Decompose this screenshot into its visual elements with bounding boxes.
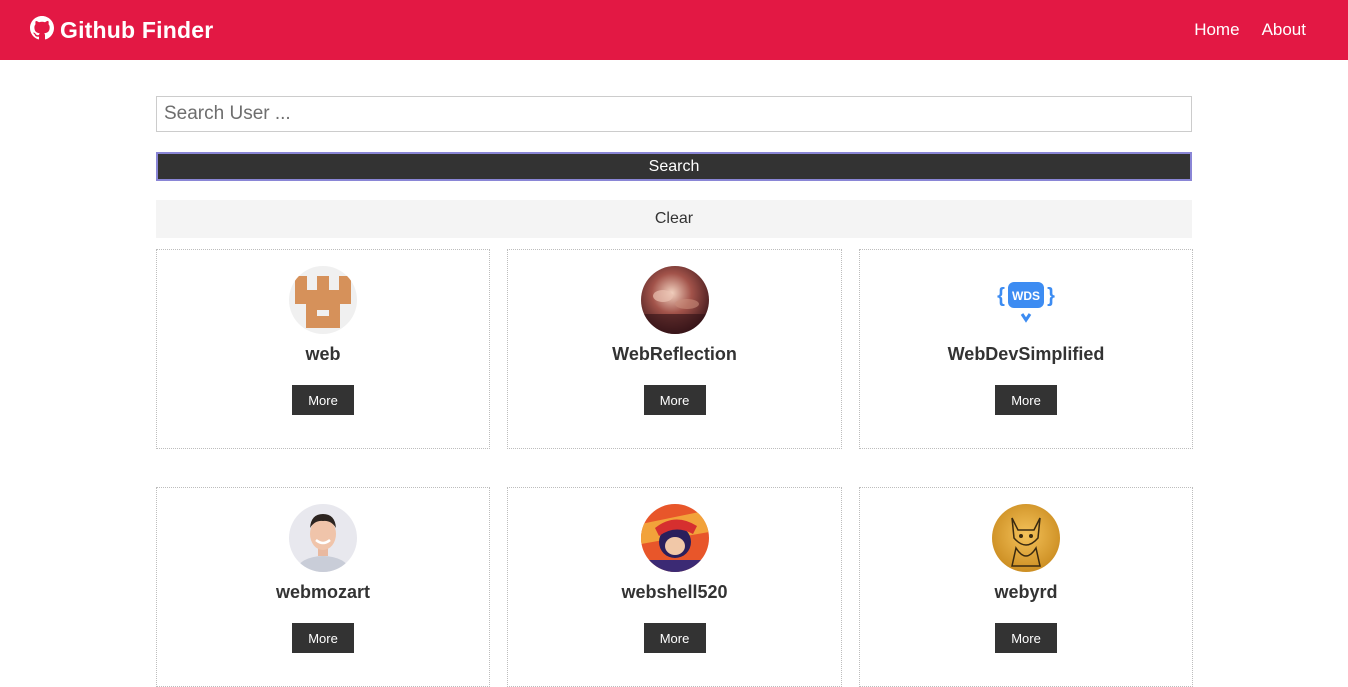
svg-text:}: } — [1047, 285, 1055, 307]
github-icon — [30, 15, 54, 45]
avatar — [992, 504, 1060, 572]
user-login: webyrd — [994, 582, 1058, 602]
more-button[interactable]: More — [995, 623, 1057, 653]
avatar — [289, 266, 357, 334]
user-login: webshell520 — [621, 582, 728, 602]
avatar — [289, 504, 357, 572]
svg-text:{: { — [997, 285, 1005, 307]
user-card: WDS { } WebDevSimplified More — [859, 249, 1193, 449]
more-button[interactable]: More — [995, 385, 1057, 415]
user-results-grid: web More WebReflection More WDS {} WebD… — [156, 249, 1193, 687]
avatar — [640, 266, 709, 334]
more-button[interactable]: More — [292, 385, 354, 415]
avatar — [640, 504, 709, 572]
search-input[interactable] — [156, 96, 1192, 132]
avatar: WDS { } — [992, 266, 1060, 334]
user-card: webshell520 More — [507, 487, 842, 687]
more-button[interactable]: More — [643, 623, 706, 653]
user-card: WebReflection More — [507, 249, 842, 449]
nav-link-home[interactable]: Home — [1194, 20, 1239, 40]
user-card: web More — [156, 249, 490, 449]
user-login: web — [305, 344, 341, 364]
svg-text:WDS: WDS — [1012, 289, 1040, 303]
nav-link-about[interactable]: About — [1262, 20, 1306, 40]
user-card: webmozart More — [156, 487, 490, 687]
more-button[interactable]: More — [643, 385, 706, 415]
user-login: WebDevSimplified — [947, 344, 1105, 364]
search-button[interactable]: Search — [156, 152, 1192, 181]
clear-button[interactable]: Clear — [156, 200, 1192, 238]
user-login: webmozart — [275, 582, 371, 602]
user-login: WebReflection — [612, 344, 737, 364]
brand[interactable]: Github Finder — [30, 15, 214, 45]
nav-links: Home About — [1194, 20, 1306, 40]
app-title: Github Finder — [60, 16, 214, 43]
user-card: webyrd More — [859, 487, 1193, 687]
more-button[interactable]: More — [292, 623, 354, 653]
navbar: Github Finder Home About — [0, 0, 1348, 60]
